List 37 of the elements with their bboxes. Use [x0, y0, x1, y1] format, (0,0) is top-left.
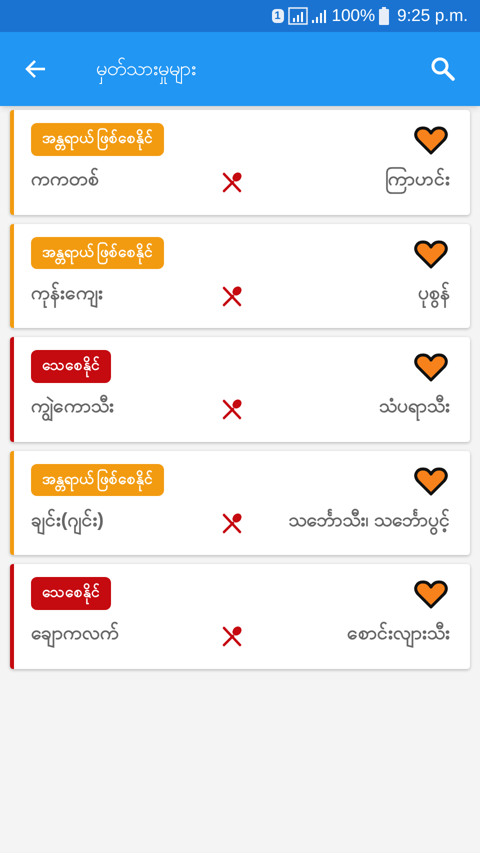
search-icon[interactable] — [430, 56, 456, 82]
clock: 9:25 p.m. — [397, 5, 468, 28]
heart-icon[interactable] — [414, 126, 448, 156]
heart-icon[interactable] — [414, 466, 448, 496]
screen-title: မှတ်သားမှုများ — [96, 54, 430, 84]
severity-label: သေစေနိုင် — [31, 350, 111, 382]
battery-percent: 100% — [332, 5, 376, 28]
severity-label: အန္တရာယ် ဖြစ်စေနိုင် — [31, 236, 164, 269]
food-name: ပုစွန် — [418, 280, 450, 308]
food-name: ကုန်းကျေး — [31, 280, 221, 308]
warning-card[interactable]: အန္တရာယ် ဖြစ်စေနိုင် ကုန်းကျေး ပုစွန် — [10, 224, 470, 328]
severity-label: အန္တရာယ် ဖြစ်စေနိုင် — [31, 123, 164, 156]
fork-spoon-icon — [221, 171, 243, 193]
battery-icon — [379, 7, 390, 25]
fork-spoon-icon — [221, 625, 243, 647]
food-name: စောင်းလျားသီး — [347, 620, 450, 648]
food-name: ချောကလက် — [31, 620, 221, 648]
sim-badge: 1 — [272, 9, 284, 23]
severity-label: အန္တရာယ် ဖြစ်စေနိုင် — [31, 464, 164, 496]
food-name: သံပရာသီး — [379, 393, 450, 422]
severity-label: သေစေနိုင် — [31, 577, 111, 610]
food-name: ကြာဟင်း — [385, 166, 450, 194]
heart-icon[interactable] — [414, 240, 448, 270]
warning-card[interactable]: အန္တရာယ် ဖြစ်စေနိုင် ကကတစ် ကြာဟင်း — [10, 110, 470, 214]
food-name: ကကတစ် — [31, 166, 100, 192]
warning-card[interactable]: သေစေနိုင် ကျွဲကောသီး သံပရာသီး — [10, 337, 470, 442]
food-name: သင်္ဘောသီး၊ သင်္ဘောပွင့် — [288, 506, 450, 535]
signal-icon — [288, 7, 328, 25]
warning-card[interactable]: သေစေနိုင် ချောကလက် စောင်းလျားသီး — [10, 564, 470, 668]
fork-spoon-icon — [221, 512, 243, 534]
fork-spoon-icon — [221, 398, 243, 420]
heart-icon[interactable] — [414, 353, 448, 383]
fork-spoon-icon — [221, 284, 243, 306]
food-name: ချင်း(ဂျင်း) — [31, 506, 221, 535]
warning-card[interactable]: အန္တရာယ် ဖြစ်စေနိုင် ချင်း(ဂျင်း) သင်္ဘောသီး၊ သင်္ဘောပွင့် — [10, 450, 470, 555]
food-name: ကျွဲကောသီး — [31, 393, 221, 422]
heart-icon[interactable] — [414, 580, 448, 610]
